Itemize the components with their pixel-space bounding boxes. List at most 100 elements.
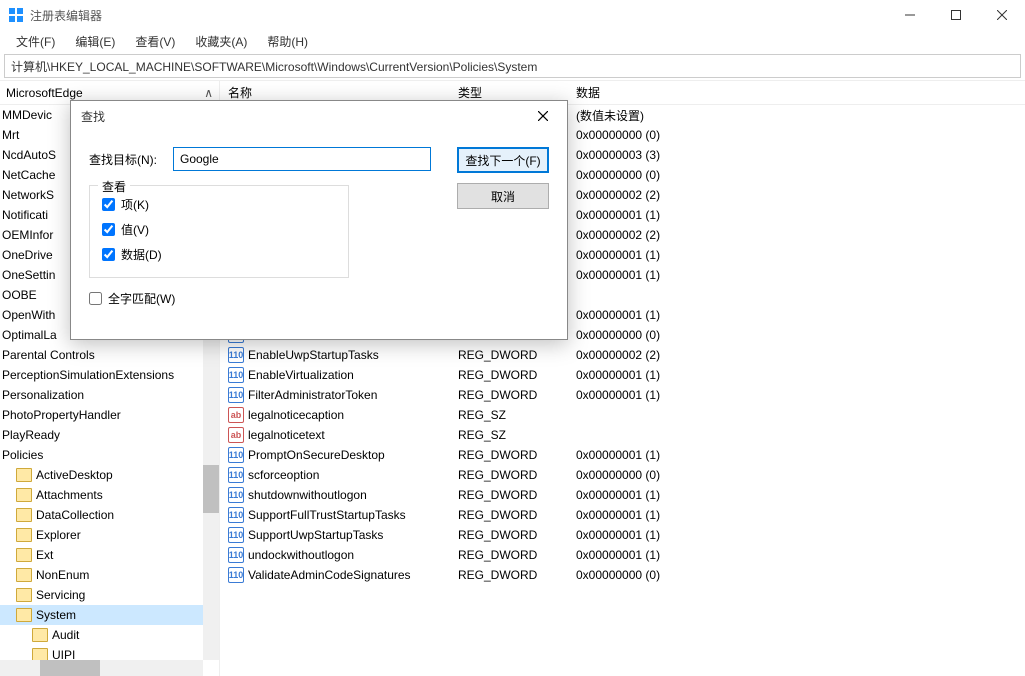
tree-item[interactable]: Attachments <box>0 485 219 505</box>
cell-data: 0x00000000 (0) <box>568 328 1025 342</box>
column-data[interactable]: 数据 <box>568 81 1025 104</box>
list-row[interactable]: ablegalnoticetextREG_SZ <box>220 425 1025 445</box>
check-whole-word-box[interactable] <box>89 292 102 305</box>
value-name: shutdownwithoutlogon <box>248 488 367 502</box>
tree-item-label: NonEnum <box>36 568 89 582</box>
tree-item[interactable]: PhotoPropertyHandler <box>0 405 219 425</box>
value-name: FilterAdministratorToken <box>248 388 377 402</box>
cell-name: 110undockwithoutlogon <box>220 547 450 563</box>
list-row[interactable]: 110PromptOnSecureDesktopREG_DWORD0x00000… <box>220 445 1025 465</box>
dialog-titlebar[interactable]: 查找 <box>71 101 567 131</box>
cell-type: REG_SZ <box>450 428 568 442</box>
addressbar[interactable]: 计算机\HKEY_LOCAL_MACHINE\SOFTWARE\Microsof… <box>4 54 1021 78</box>
cell-type: REG_DWORD <box>450 548 568 562</box>
list-row[interactable]: 110undockwithoutlogonREG_DWORD0x00000001… <box>220 545 1025 565</box>
value-name: ValidateAdminCodeSignatures <box>248 568 411 582</box>
cell-name: 110SupportFullTrustStartupTasks <box>220 507 450 523</box>
value-name: undockwithoutlogon <box>248 548 354 562</box>
tree-horizontal-scrollbar[interactable] <box>0 660 203 676</box>
tree-item-label: Parental Controls <box>2 348 95 362</box>
cell-data: 0x00000001 (1) <box>568 208 1025 222</box>
tree-item[interactable]: PlayReady <box>0 425 219 445</box>
tree-item[interactable]: DataCollection <box>0 505 219 525</box>
cancel-button[interactable]: 取消 <box>457 183 549 209</box>
menu-help[interactable]: 帮助(H) <box>259 31 316 52</box>
check-keys-box[interactable] <box>102 198 115 211</box>
tree-item[interactable]: Policies <box>0 445 219 465</box>
tree-item-label: DataCollection <box>36 508 114 522</box>
menu-edit[interactable]: 编辑(E) <box>67 31 123 52</box>
value-name: EnableUwpStartupTasks <box>248 348 379 362</box>
cell-type: REG_DWORD <box>450 448 568 462</box>
tree-item-label: OneDrive <box>2 248 53 262</box>
cell-type: REG_DWORD <box>450 368 568 382</box>
binary-value-icon: 110 <box>228 347 244 363</box>
list-row[interactable]: 110EnableVirtualizationREG_DWORD0x000000… <box>220 365 1025 385</box>
tree-item[interactable]: Servicing <box>0 585 219 605</box>
cell-type: REG_DWORD <box>450 468 568 482</box>
list-row[interactable]: 110scforceoptionREG_DWORD0x00000000 (0) <box>220 465 1025 485</box>
cell-data: 0x00000001 (1) <box>568 508 1025 522</box>
close-button[interactable] <box>979 0 1025 30</box>
cell-data: 0x00000002 (2) <box>568 348 1025 362</box>
tree-item[interactable]: PerceptionSimulationExtensions <box>0 365 219 385</box>
menu-file[interactable]: 文件(F) <box>8 31 63 52</box>
cell-data: 0x00000001 (1) <box>568 388 1025 402</box>
check-values-box[interactable] <box>102 223 115 236</box>
cell-data: (数值未设置) <box>568 107 1025 124</box>
tree-item-label: PhotoPropertyHandler <box>2 408 121 422</box>
tree-item-label: OptimalLa <box>2 328 57 342</box>
check-values[interactable]: 值(V) <box>102 221 336 238</box>
find-next-button[interactable]: 查找下一个(F) <box>457 147 549 173</box>
cell-name: 110scforceoption <box>220 467 450 483</box>
tree-item-label: Explorer <box>36 528 81 542</box>
value-name: scforceoption <box>248 468 319 482</box>
tree-item-label: Notificati <box>2 208 48 222</box>
tree-item[interactable]: UIPI <box>0 645 219 660</box>
binary-value-icon: 110 <box>228 487 244 503</box>
dialog-buttons: 查找下一个(F) 取消 <box>457 147 549 209</box>
list-row[interactable]: 110shutdownwithoutlogonREG_DWORD0x000000… <box>220 485 1025 505</box>
dialog-close-button[interactable] <box>523 102 563 130</box>
tree-item-label: OEMInfor <box>2 228 53 242</box>
binary-value-icon: 110 <box>228 507 244 523</box>
menu-view[interactable]: 查看(V) <box>127 31 183 52</box>
tree-item[interactable]: ActiveDesktop <box>0 465 219 485</box>
tree-item[interactable]: Audit <box>0 625 219 645</box>
maximize-button[interactable] <box>933 0 979 30</box>
cell-data: 0x00000001 (1) <box>568 448 1025 462</box>
tree-item-label: NcdAutoS <box>2 148 56 162</box>
tree-item[interactable]: System <box>0 605 219 625</box>
check-keys[interactable]: 项(K) <box>102 196 336 213</box>
cell-data: 0x00000000 (0) <box>568 468 1025 482</box>
list-row[interactable]: 110SupportFullTrustStartupTasksREG_DWORD… <box>220 505 1025 525</box>
cell-name: 110FilterAdministratorToken <box>220 387 450 403</box>
list-row[interactable]: 110FilterAdministratorTokenREG_DWORD0x00… <box>220 385 1025 405</box>
cell-type: REG_DWORD <box>450 508 568 522</box>
tree-item[interactable]: Ext <box>0 545 219 565</box>
list-row[interactable]: 110SupportUwpStartupTasksREG_DWORD0x0000… <box>220 525 1025 545</box>
list-row[interactable]: ablegalnoticecaptionREG_SZ <box>220 405 1025 425</box>
minimize-button[interactable] <box>887 0 933 30</box>
find-target-input[interactable] <box>173 147 431 171</box>
window-controls <box>887 0 1025 30</box>
folder-icon <box>16 508 32 522</box>
check-data-box[interactable] <box>102 248 115 261</box>
cell-name: 110ValidateAdminCodeSignatures <box>220 567 450 583</box>
check-whole-word[interactable]: 全字匹配(W) <box>89 290 549 307</box>
tree-item[interactable]: Personalization <box>0 385 219 405</box>
tree-item[interactable]: NonEnum <box>0 565 219 585</box>
scrollbar-thumb[interactable] <box>203 465 219 513</box>
scrollbar-thumb[interactable] <box>40 660 100 676</box>
cell-data: 0x00000001 (1) <box>568 368 1025 382</box>
list-row[interactable]: 110ValidateAdminCodeSignaturesREG_DWORD0… <box>220 565 1025 585</box>
tree-item[interactable]: Explorer <box>0 525 219 545</box>
menu-favorites[interactable]: 收藏夹(A) <box>187 31 255 52</box>
tree-item[interactable]: Parental Controls <box>0 345 219 365</box>
check-data[interactable]: 数据(D) <box>102 246 336 263</box>
check-keys-label: 项(K) <box>121 196 149 213</box>
tree-item-label: Policies <box>2 448 43 462</box>
list-row[interactable]: 110EnableUwpStartupTasksREG_DWORD0x00000… <box>220 345 1025 365</box>
tree-item-label: UIPI <box>52 648 75 660</box>
cell-data: 0x00000001 (1) <box>568 528 1025 542</box>
